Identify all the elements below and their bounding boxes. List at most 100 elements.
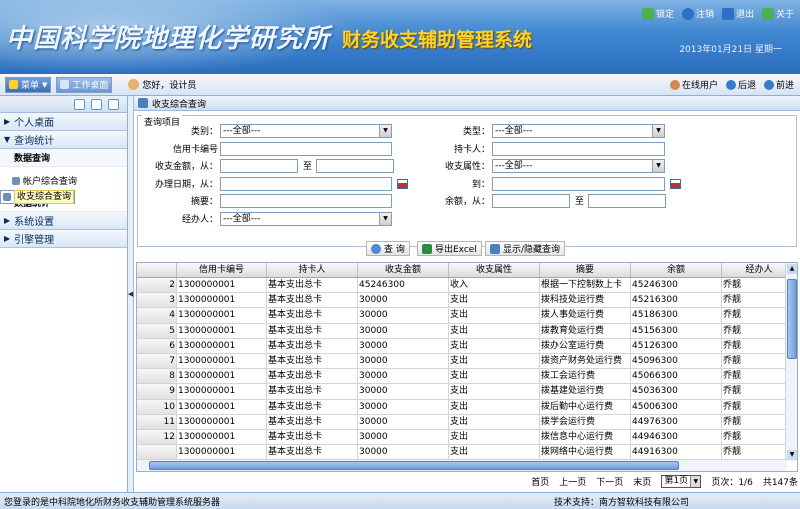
item-label: 帐户综合查询 — [23, 177, 78, 187]
balance-to-input[interactable] — [588, 194, 666, 208]
back-button[interactable]: 后退 — [725, 78, 756, 91]
table-row[interactable]: 4 1300000001 基本支出总卡 30000 支出 拨人事处运行费 45186300 乔… — [137, 308, 797, 324]
summary-label: 摘要： — [190, 197, 218, 207]
table-row[interactable]: 7 1300000001 基本支出总卡 30000 支出 拨资产财务处运行费 4509630… — [137, 353, 797, 370]
column-header[interactable]: 摘要 — [540, 263, 631, 277]
collapse-icon[interactable] — [108, 99, 119, 110]
column-header[interactable]: 持卡人 — [267, 263, 358, 277]
forward-button[interactable]: 前进 — [763, 78, 794, 91]
grid-header: 信用卡编号 持卡人 收支金额 收支属性 摘要 余额 经办人 — [137, 263, 797, 278]
exit-label: 退出 — [735, 10, 754, 20]
table-cell: 基本支出总卡 — [267, 278, 358, 293]
main-panel: 收支综合查询 查询项目 类别： ---全部--- ▼ 类型： ---全部--- ▼ … — [134, 96, 800, 492]
table-row[interactable]: 11 1300000001 基本支出总卡 30000 支出 拨学会运行费 44976300 乔… — [137, 414, 797, 430]
toggle-query-button[interactable]: 显示/隐藏查询 — [485, 241, 566, 256]
horizontal-scrollbar[interactable] — [137, 459, 787, 471]
table-cell: 支出 — [449, 414, 540, 429]
lock-link[interactable]: 锁定 — [641, 7, 674, 20]
table-row[interactable]: 10 1300000001 基本支出总卡 30000 支出 拨后勤中心运行费 4500630… — [137, 399, 797, 415]
column-header[interactable] — [137, 263, 177, 277]
next-page-link[interactable]: 下一页 — [596, 475, 623, 488]
handler-label: 经办人： — [181, 215, 218, 225]
table-cell: 基本支出总卡 — [267, 414, 358, 429]
summary-input[interactable] — [220, 194, 392, 208]
logout-link[interactable]: 注销 — [681, 7, 714, 20]
exit-icon — [721, 7, 734, 20]
balance-label: 余额，从： — [444, 197, 490, 207]
row-number: 2 — [137, 278, 177, 293]
table-row[interactable]: 12 1300000001 基本支出总卡 30000 支出 拨信息中心运行费 4494630… — [137, 429, 797, 446]
copy-icon[interactable] — [91, 99, 102, 110]
sidebar-section-engine[interactable]: ▶ 引擎管理 — [0, 230, 127, 248]
scroll-thumb[interactable] — [787, 279, 797, 359]
panel-title: 收支综合查询 — [152, 99, 207, 110]
date-from-input[interactable] — [220, 177, 392, 191]
balance-from-input[interactable] — [492, 194, 570, 208]
type-select[interactable]: ---全部--- ▼ — [492, 124, 665, 138]
query-button[interactable]: 查 询 — [366, 241, 410, 256]
type-value: ---全部--- — [495, 126, 533, 136]
table-cell: 基本支出总卡 — [267, 445, 358, 460]
sidebar-item-income-query[interactable]: 收支综合查询 — [0, 190, 76, 204]
holder-input[interactable] — [492, 142, 665, 156]
table-row[interactable]: 8 1300000001 基本支出总卡 30000 支出 拨工会运行费 45066300 乔靓 — [137, 369, 797, 385]
table-cell: 基本支出总卡 — [267, 399, 358, 414]
table-cell: 1300000001 — [177, 353, 267, 369]
chevron-right-icon: ▶ — [4, 234, 11, 243]
sidebar-section-personal[interactable]: ▶ 个人桌面 — [0, 113, 127, 131]
table-cell: 45186300 — [631, 308, 722, 323]
form-row: 经办人： ---全部--- ▼ — [138, 212, 798, 228]
scroll-thumb[interactable] — [149, 461, 679, 470]
table-row[interactable]: 3 1300000001 基本支出总卡 30000 支出 拨科技处运行费 45216300 乔… — [137, 293, 797, 309]
table-cell: 30000 — [358, 414, 449, 429]
vertical-scrollbar[interactable]: ▲ ▼ — [785, 263, 797, 461]
date-to-input[interactable] — [492, 177, 665, 191]
exit-link[interactable]: 退出 — [721, 7, 754, 20]
sidebar-section-query[interactable]: ▼ 查询统计 — [0, 131, 127, 149]
table-row[interactable]: 5 1300000001 基本支出总卡 30000 支出 拨教育处运行费 45156300 乔… — [137, 323, 797, 339]
column-header[interactable]: 收支属性 — [449, 263, 540, 277]
calendar-icon[interactable] — [397, 179, 408, 189]
table-cell: 30000 — [358, 293, 449, 308]
table-row[interactable]: 2 1300000001 基本支出总卡 45246300 收入 根据一下控制数上卡 4524… — [137, 278, 797, 294]
desktop-button[interactable]: 工作桌面 — [56, 76, 113, 93]
column-header[interactable]: 信用卡编号 — [177, 263, 267, 277]
desktop-label: 工作桌面 — [72, 81, 109, 91]
category-select[interactable]: ---全部--- ▼ — [220, 124, 392, 138]
last-page-link[interactable]: 末页 — [633, 475, 651, 488]
sidebar-item-account-query[interactable]: 帐户综合查询 — [0, 171, 127, 190]
table-row[interactable]: 9 1300000001 基本支出总卡 30000 支出 拨基建处运行费 45036300 乔… — [137, 384, 797, 400]
system-title: 财务收支辅助管理系统 — [342, 29, 533, 51]
amount-label: 收支金额，从： — [154, 162, 218, 172]
scroll-up-icon[interactable]: ▲ — [787, 264, 797, 274]
form-row: 类别： ---全部--- ▼ 类型： ---全部--- ▼ — [138, 124, 798, 140]
attr-select[interactable]: ---全部--- ▼ — [492, 159, 665, 173]
table-cell: 45066300 — [631, 369, 722, 384]
handler-select[interactable]: ---全部--- ▼ — [220, 212, 392, 226]
table-cell: 基本支出总卡 — [267, 353, 358, 369]
column-header[interactable]: 余额 — [631, 263, 722, 277]
first-page-link[interactable]: 首页 — [531, 475, 549, 488]
column-header[interactable]: 收支金额 — [358, 263, 449, 277]
table-row[interactable]: 1300000001 基本支出总卡 30000 支出 拨网络中心运行费 44916300 乔… — [137, 445, 797, 461]
sidebar-section-settings[interactable]: ▶ 系统设置 — [0, 212, 127, 230]
table-row[interactable]: 6 1300000001 基本支出总卡 30000 支出 拨办公室运行费 45126300 乔… — [137, 338, 797, 354]
menu-label: 菜单 — [21, 81, 40, 91]
card-no-input[interactable] — [220, 142, 392, 156]
scroll-down-icon[interactable]: ▼ — [787, 450, 797, 460]
prev-page-link[interactable]: 上一页 — [559, 475, 586, 488]
online-users-link[interactable]: 在线用户 — [669, 78, 718, 91]
calendar-icon[interactable] — [670, 179, 681, 189]
row-number: 7 — [137, 353, 177, 369]
about-link[interactable]: 关于 — [761, 7, 794, 20]
menu-button[interactable]: 菜单 ▼ — [5, 76, 52, 93]
export-excel-button[interactable]: 导出Excel — [417, 241, 482, 256]
amount-from-input[interactable] — [220, 159, 298, 173]
refresh-icon[interactable] — [74, 99, 85, 110]
about-label: 关于 — [775, 10, 794, 20]
amount-to-input[interactable] — [316, 159, 394, 173]
type-label: 类型： — [462, 127, 490, 137]
table-cell: 拨办公室运行费 — [540, 338, 631, 353]
table-cell: 45156300 — [631, 323, 722, 338]
page-select[interactable]: 第1页 ▼ — [661, 475, 702, 488]
